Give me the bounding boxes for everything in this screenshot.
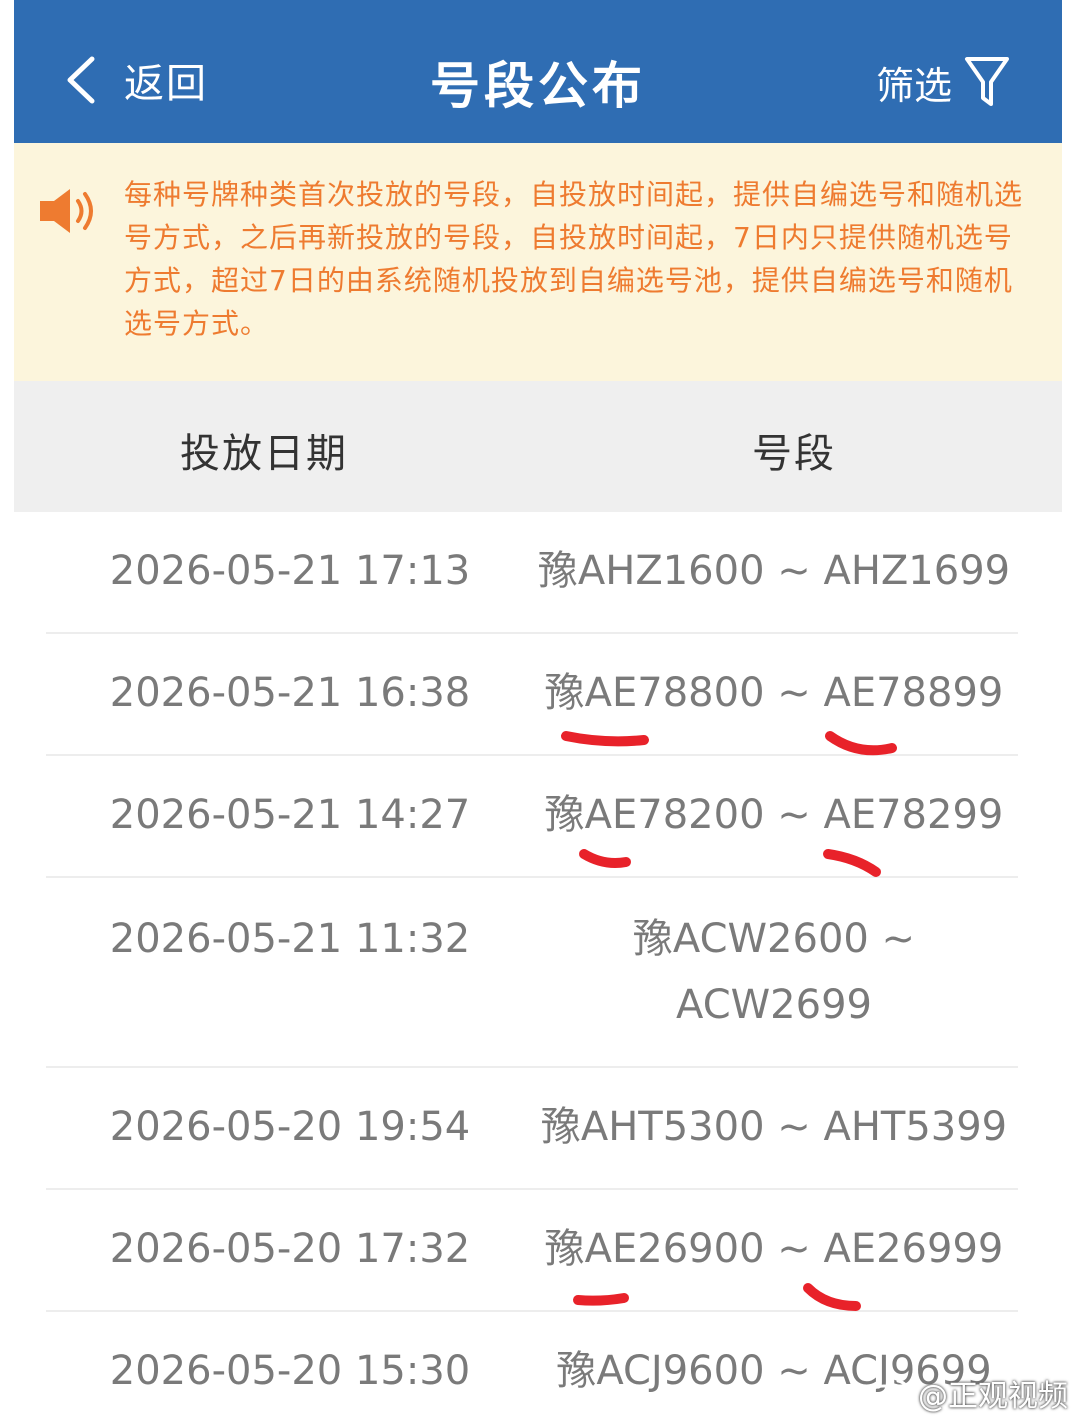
- column-header-segment: 号段: [752, 431, 836, 477]
- funnel-icon: [965, 57, 1009, 106]
- row-segment: 豫AE78200 ~ AE78299: [544, 792, 1004, 838]
- filter-button[interactable]: 筛选: [876, 52, 1010, 112]
- weibo-logo-icon: [865, 1379, 910, 1410]
- row-date: 2026-05-20 15:30: [109, 1348, 471, 1394]
- row-segment: 豫AHZ1600 ~ AHZ1699: [537, 548, 1011, 594]
- table-row[interactable]: 2026-05-21 14:27 豫AE78200 ~ AE78299: [46, 756, 1018, 878]
- row-segment: 豫AE78800 ~ AE78899: [544, 670, 1004, 716]
- table-row[interactable]: 2026-05-20 17:32 豫AE26900 ~ AE26999: [46, 1190, 1018, 1312]
- notice-text: 每种号牌种类首次投放的号段，自投放时间起，提供自编选号和随机选号方式，之后再新投…: [124, 178, 1024, 340]
- filter-label: 筛选: [875, 63, 952, 108]
- row-segment: 豫AE26900 ~ AE26999: [544, 1226, 1004, 1272]
- table-row[interactable]: 2026-05-20 19:54 豫AHT5300 ~ AHT5399: [46, 1068, 1018, 1190]
- speaker-icon: [40, 189, 93, 233]
- watermark: @正观视频: [864, 1371, 1068, 1415]
- row-date: 2026-05-21 14:27: [109, 792, 471, 838]
- screen: 返回 号段公布 筛选 每种号牌种类首次投放的号段，自投放时间起，提供自编选号和随…: [0, 0, 1080, 1427]
- notice-banner: 每种号牌种类首次投放的号段，自投放时间起，提供自编选号和随机选号方式，之后再新投…: [14, 143, 1062, 381]
- table-header: 投放日期 号段: [14, 381, 1062, 512]
- table-row[interactable]: 2026-05-21 17:13 豫AHZ1600 ~ AHZ1699: [46, 512, 1018, 634]
- row-segment: 豫AHT5300 ~ AHT5399: [540, 1104, 1008, 1150]
- watermark-text: @正观视频: [918, 1379, 1068, 1414]
- row-segment-line: 豫ACW2600 ~: [632, 916, 916, 962]
- row-date: 2026-05-21 17:13: [109, 548, 471, 594]
- nav-bar: 返回 号段公布 筛选: [14, 0, 1062, 143]
- row-segment: 豫ACW2600 ~ ACW2699: [534, 906, 1014, 1038]
- table-row[interactable]: 2026-05-21 16:38 豫AE78800 ~ AE78899: [46, 634, 1018, 756]
- row-date: 2026-05-21 16:38: [109, 670, 471, 716]
- row-date: 2026-05-20 17:32: [109, 1226, 471, 1272]
- row-date: 2026-05-20 19:54: [109, 1104, 471, 1150]
- row-segment-line: ACW2699: [676, 982, 872, 1028]
- row-date: 2026-05-21 11:32: [109, 916, 471, 962]
- column-header-date: 投放日期: [180, 431, 348, 477]
- table-row[interactable]: 2026-05-21 11:32 豫ACW2600 ~ ACW2699: [46, 878, 1018, 1068]
